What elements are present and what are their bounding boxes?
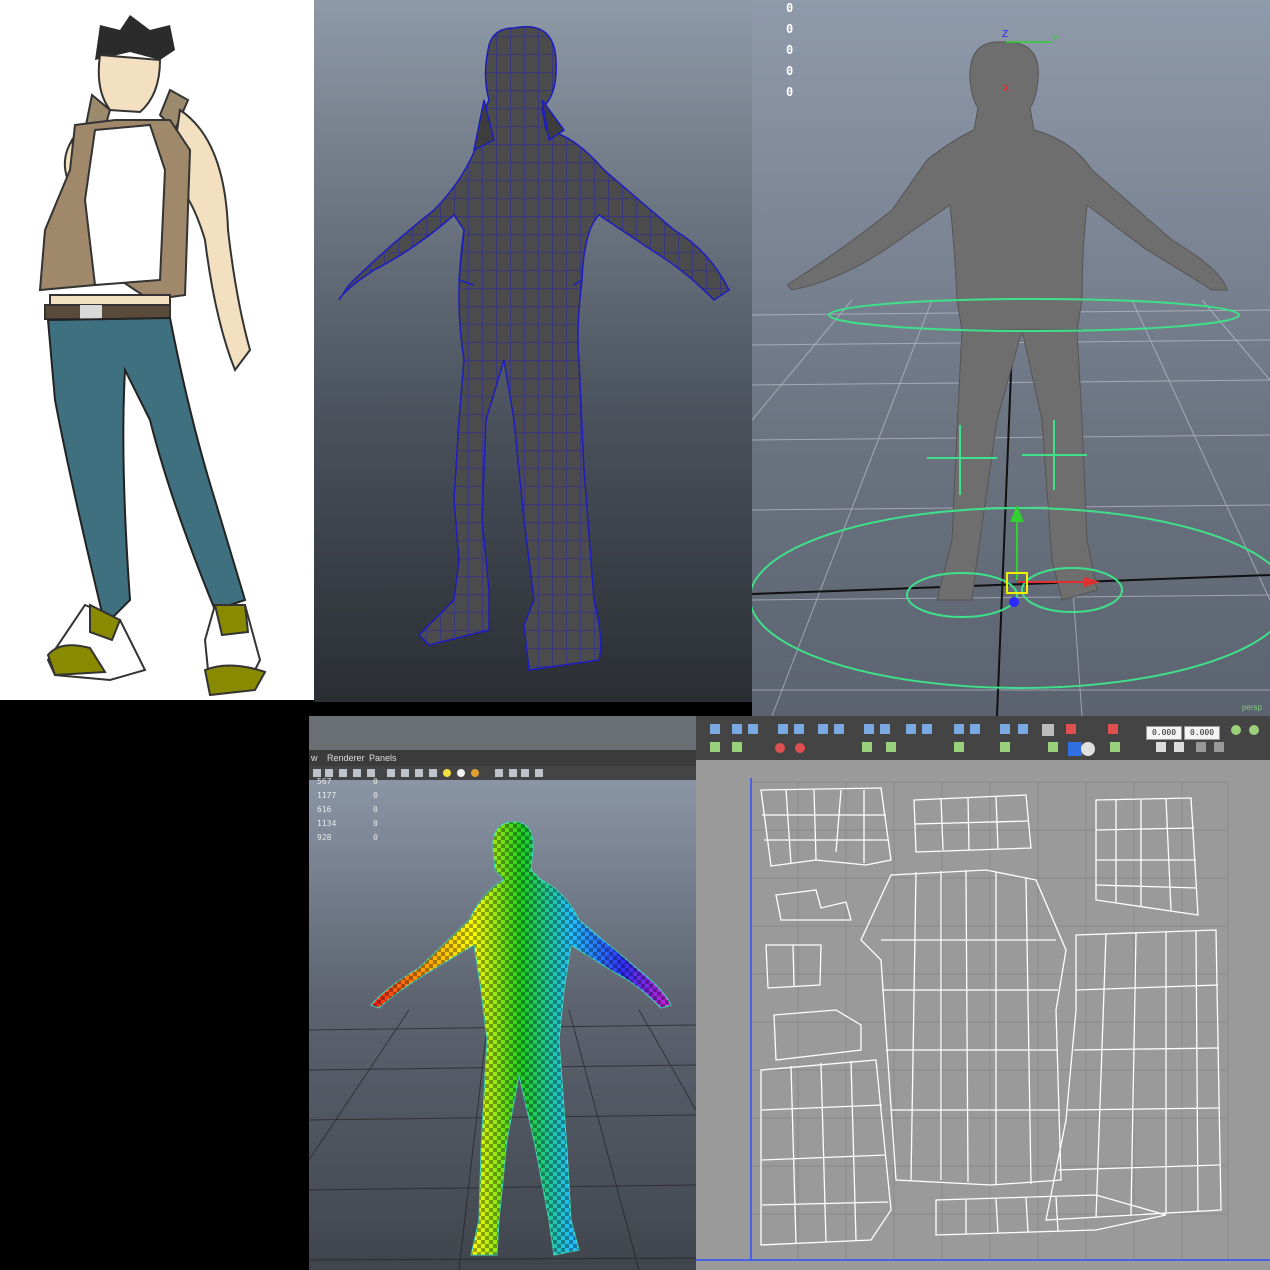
hud-value: 0 — [786, 1, 794, 15]
axis-label-y: Y — [1052, 34, 1059, 45]
uv-texture-editor[interactable]: 0.000 0.000 — [696, 716, 1270, 1270]
wireframe-character-mesh — [338, 26, 730, 671]
menu-view[interactable]: w — [311, 753, 318, 763]
wireframe-model-viewport[interactable] — [314, 0, 752, 702]
hud-value: 0 — [786, 85, 794, 99]
camera-label: persp — [1241, 703, 1262, 712]
character-concept-sketch — [38, 15, 267, 697]
hud-stat-row: 1177 0 — [317, 791, 378, 800]
uv-editor-toolbar: 0.000 0.000 — [696, 716, 1270, 760]
hud-values: 0 0 0 0 0 — [786, 0, 793, 103]
hud-stat-row: 928 0 — [317, 833, 378, 842]
rig-viewport[interactable]: Z Y x 0 0 0 0 0 persp — [752, 0, 1270, 716]
viewport-toolbar-icons[interactable] — [309, 766, 696, 780]
menu-renderer[interactable]: Renderer — [327, 753, 365, 763]
viewport-toolbar — [309, 766, 696, 780]
hud-value: 0 — [786, 64, 794, 78]
uv-canvas[interactable] — [696, 760, 1270, 1270]
viewport-menu-bar: w Renderer Panels — [309, 750, 696, 766]
svg-text:x: x — [1003, 80, 1009, 94]
axis-label-z: Z — [1002, 29, 1008, 40]
hud-stat-row: 1134 0 — [317, 819, 378, 828]
viewport-header — [309, 716, 696, 750]
menu-panels[interactable]: Panels — [369, 753, 397, 763]
uv-layout — [696, 778, 1270, 1261]
hud-value: 0 — [786, 43, 794, 57]
checker-character — [309, 821, 696, 1270]
uv-u-field[interactable]: 0.000 — [1146, 726, 1182, 740]
hud-value: 0 — [786, 22, 794, 36]
hud-stat-row: 567 0 — [317, 777, 378, 786]
checker-uv-viewport[interactable]: w Renderer Panels 567 0 1177 0 616 0 113… — [309, 716, 696, 1270]
uv-v-field[interactable]: 0.000 — [1184, 726, 1220, 740]
concept-art-panel — [0, 0, 314, 700]
rigged-character-scene: Z Y x — [752, 29, 1270, 716]
hud-stat-row: 616 0 — [317, 805, 378, 814]
viewport-canvas[interactable] — [309, 780, 696, 1270]
empty-area — [0, 700, 309, 1270]
